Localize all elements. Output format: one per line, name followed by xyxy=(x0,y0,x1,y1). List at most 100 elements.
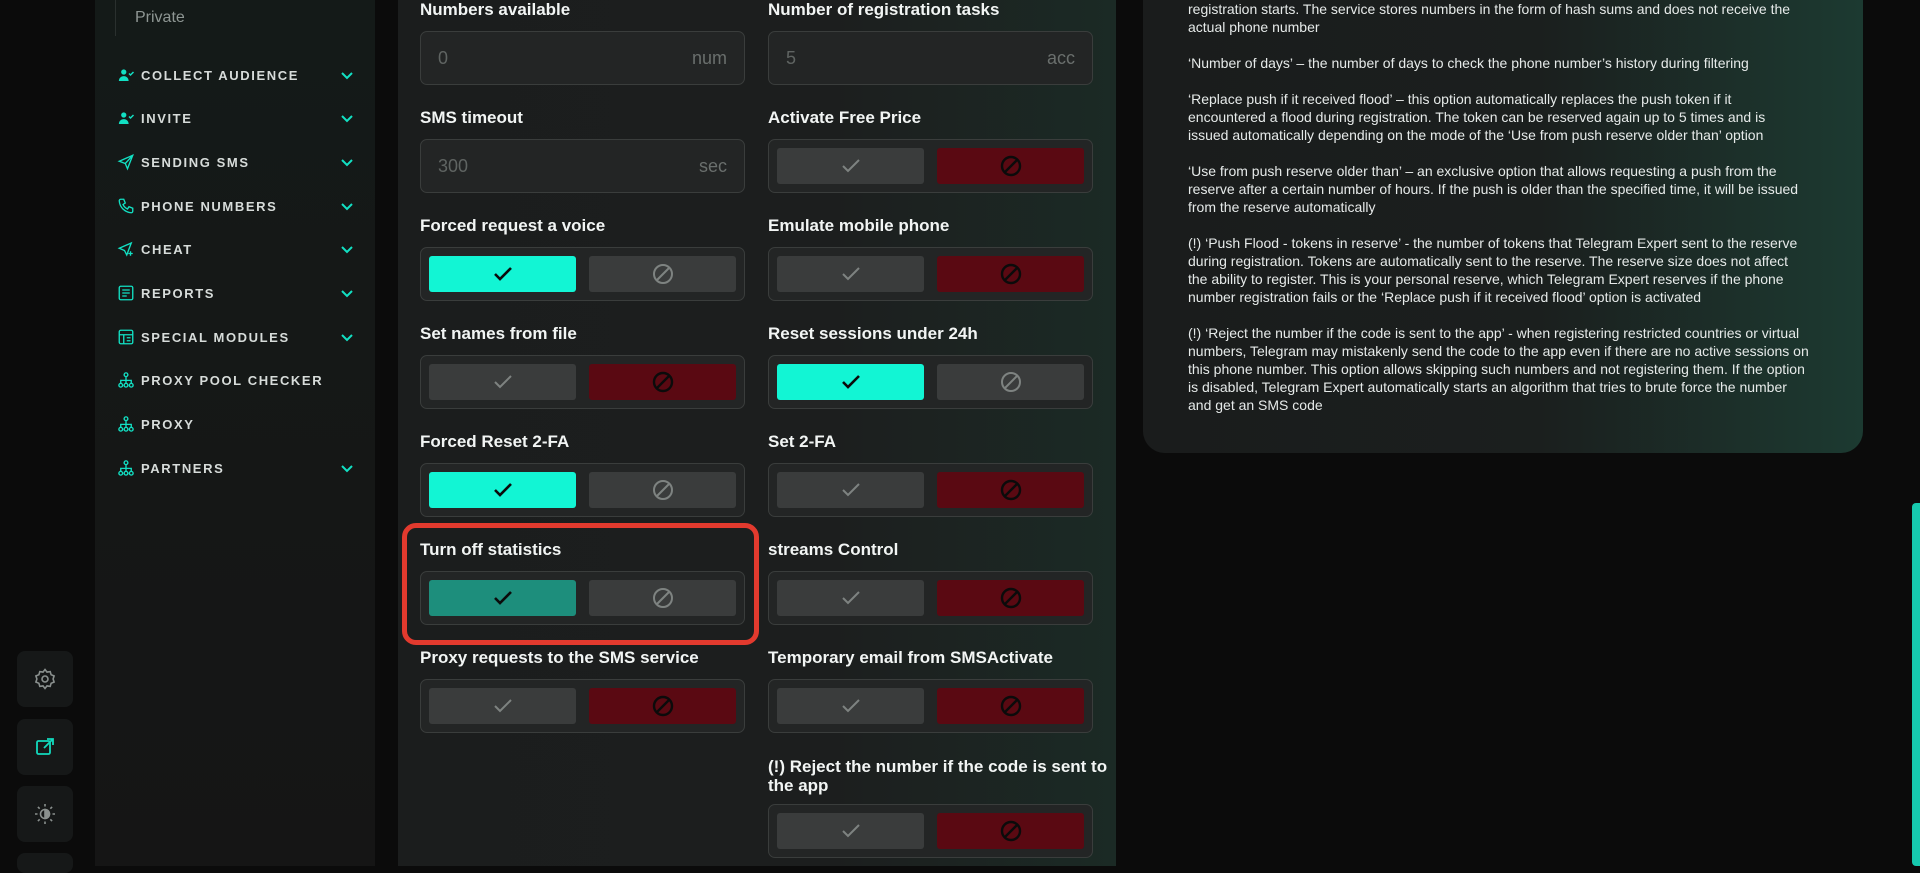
rail-button-partial[interactable] xyxy=(17,853,73,873)
external-link-button[interactable] xyxy=(17,719,73,775)
proxy-requests-label: Proxy requests to the SMS service xyxy=(420,648,699,667)
input-unit: num xyxy=(691,47,727,68)
info-paragraph: ‘Replace push if it received flood’ – th… xyxy=(1188,90,1843,144)
block-icon xyxy=(1000,372,1021,392)
set-2fa-toggle xyxy=(768,463,1093,517)
disable-button[interactable] xyxy=(937,256,1084,292)
enable-button[interactable] xyxy=(777,580,924,616)
info-line: the ability to register. This is your pe… xyxy=(1188,271,1784,287)
check-icon xyxy=(841,159,860,173)
theme-button[interactable] xyxy=(17,786,73,842)
phone-icon xyxy=(117,197,135,215)
enable-button[interactable] xyxy=(777,472,924,508)
sidebar-item-reports[interactable]: REPORTS xyxy=(117,280,355,306)
forced-reset-2fa-label: Forced Reset 2-FA xyxy=(420,432,570,451)
sidebar-item-label: SENDING SMS xyxy=(141,154,250,170)
sidebar-item-partners[interactable]: PARTNERS xyxy=(117,455,355,481)
info-line: this phone number. This option allows sk… xyxy=(1188,361,1805,377)
info-line: issued automatically depending on the mo… xyxy=(1188,127,1764,143)
sidebar-item-label: COLLECT AUDIENCE xyxy=(141,67,300,83)
enable-button[interactable] xyxy=(777,148,924,184)
enable-button[interactable] xyxy=(429,688,576,724)
sms-timeout-input[interactable]: 300 sec xyxy=(420,139,745,193)
turn-off-statistics-toggle xyxy=(420,571,745,625)
info-line: actual phone number xyxy=(1188,19,1320,35)
chevron-down-icon xyxy=(341,290,353,298)
input-value: 5 xyxy=(786,47,797,68)
block-icon xyxy=(652,264,673,284)
enable-button[interactable] xyxy=(429,364,576,400)
disable-button[interactable] xyxy=(589,364,736,400)
info-line: from the reserve automatically xyxy=(1188,199,1376,215)
disable-button[interactable] xyxy=(589,472,736,508)
sidebar-item-label: REPORTS xyxy=(141,285,216,301)
sidebar-item-special-modules[interactable]: SPECIAL MODULES xyxy=(117,324,355,350)
sidebar-item-label: PARTNERS xyxy=(141,460,225,476)
block-icon xyxy=(652,588,673,608)
info-line: is disabled, Telegram Expert automatical… xyxy=(1188,379,1787,395)
block-icon xyxy=(652,371,673,393)
label-line: the app xyxy=(768,776,829,795)
page-scrollbar[interactable] xyxy=(1912,503,1920,866)
check-icon xyxy=(493,375,512,389)
info-line: during registration. Tokens are automati… xyxy=(1188,253,1788,269)
input-unit: sec xyxy=(698,155,727,176)
chevron-down-icon xyxy=(341,334,353,342)
send-plus-icon xyxy=(117,240,135,258)
report-icon xyxy=(117,284,135,302)
info-paragraph: ‘Use from push reserve older than’ – an … xyxy=(1188,162,1843,216)
chevron-down-icon xyxy=(341,72,353,80)
sidebar-item-label: PHONE NUMBERS xyxy=(141,198,278,214)
check-icon xyxy=(841,483,860,497)
info-paragraph: (!) ‘Reject the number if the code is se… xyxy=(1188,324,1843,414)
enable-button[interactable] xyxy=(777,813,924,849)
reject-number-toggle xyxy=(768,804,1093,858)
block-icon xyxy=(1000,479,1021,501)
settings-button[interactable] xyxy=(17,651,73,707)
sidebar-item-collect-audience[interactable]: COLLECT AUDIENCE xyxy=(117,62,355,88)
enable-button[interactable] xyxy=(777,256,924,292)
reset-sessions-label: Reset sessions under 24h xyxy=(768,324,978,343)
registration-tasks-label: Number of registration tasks xyxy=(768,0,1000,19)
disable-button[interactable] xyxy=(937,688,1084,724)
disable-button[interactable] xyxy=(937,364,1084,400)
streams-control-label: streams Control xyxy=(768,540,899,559)
chevron-down-icon xyxy=(341,115,353,123)
theme-icon xyxy=(35,804,55,824)
disable-button[interactable] xyxy=(589,580,736,616)
info-line: ‘Use from push reserve older than’ – an … xyxy=(1188,163,1777,179)
forced-voice-toggle xyxy=(420,247,745,301)
chevron-down-icon xyxy=(341,159,353,167)
external-link-icon xyxy=(36,738,54,755)
enable-button[interactable] xyxy=(777,364,924,400)
registration-tasks-input[interactable]: 5 acc xyxy=(768,31,1093,85)
check-icon xyxy=(841,591,860,605)
block-icon xyxy=(652,480,673,500)
info-line: ‘Replace push if it received flood’ – th… xyxy=(1188,91,1732,107)
sms-timeout-label: SMS timeout xyxy=(420,108,523,127)
disable-button[interactable] xyxy=(937,580,1084,616)
input-value: 300 xyxy=(438,155,469,176)
settings-panel: Numbers available 0 num Number of regist… xyxy=(398,0,1116,866)
info-line: ‘Number of days’ – the number of days to… xyxy=(1188,55,1749,71)
disable-button[interactable] xyxy=(589,688,736,724)
sidebar-item-sending-sms[interactable]: SENDING SMS xyxy=(117,149,355,175)
disable-button[interactable] xyxy=(937,148,1084,184)
sidebar-item-phone-numbers[interactable]: PHONE NUMBERS xyxy=(117,193,355,219)
sidebar-item-cheat[interactable]: CHEAT xyxy=(117,236,355,262)
enable-button[interactable] xyxy=(777,688,924,724)
sidebar-item-label: PROXY POOL CHECKER xyxy=(141,372,324,388)
enable-button[interactable] xyxy=(429,472,576,508)
disable-button[interactable] xyxy=(589,256,736,292)
sidebar-item-private[interactable]: Private xyxy=(115,0,185,36)
disable-button[interactable] xyxy=(937,813,1084,849)
info-line: encountered a flood during registration.… xyxy=(1188,109,1766,125)
sidebar-item-proxy-pool-checker[interactable]: PROXY POOL CHECKER xyxy=(117,367,355,393)
disable-button[interactable] xyxy=(937,472,1084,508)
numbers-available-input[interactable]: 0 num xyxy=(420,31,745,85)
enable-button[interactable] xyxy=(429,256,576,292)
sidebar-item-invite[interactable]: INVITE xyxy=(117,105,355,131)
check-icon xyxy=(841,824,860,838)
enable-button[interactable] xyxy=(429,580,576,616)
sidebar-item-proxy[interactable]: PROXY xyxy=(117,411,355,437)
